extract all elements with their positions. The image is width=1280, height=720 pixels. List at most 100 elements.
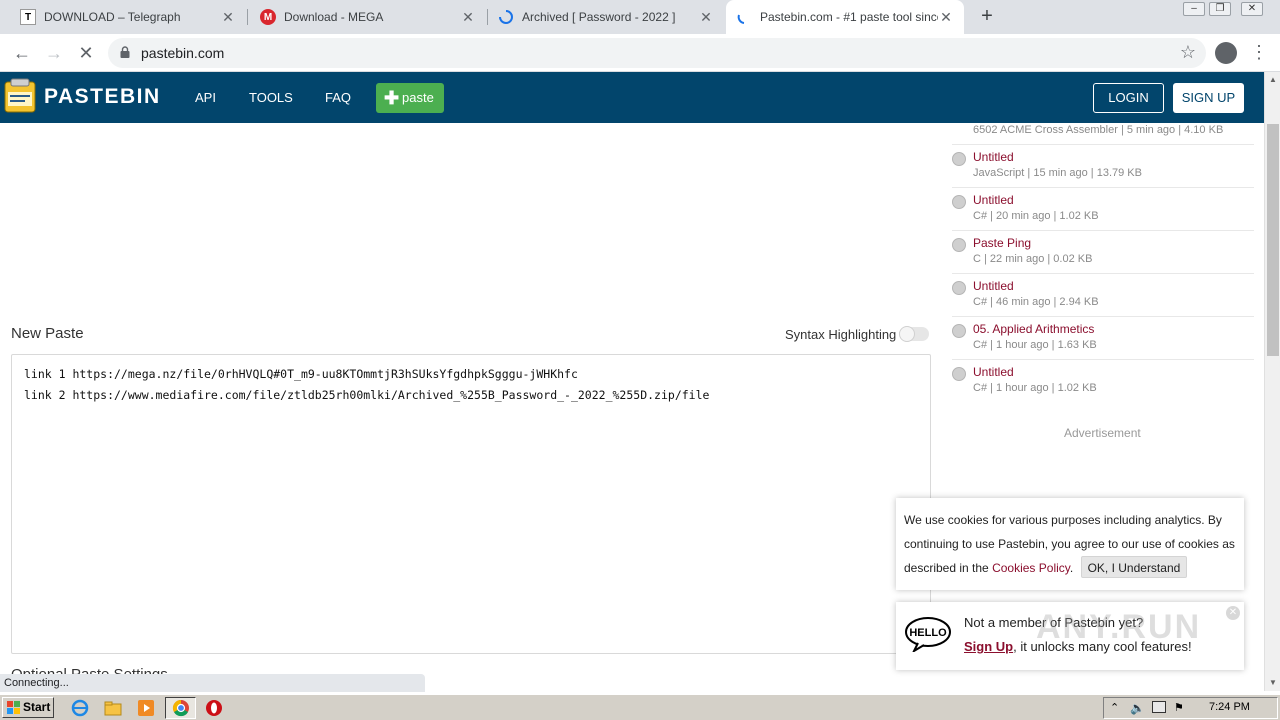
scroll-up-arrow-icon[interactable]: ▲ xyxy=(1265,72,1280,88)
paste-textarea[interactable]: link 1 https://mega.nz/file/0rhHVQLQ#0T_… xyxy=(11,354,931,654)
tab-title: Archived [ Password - 2022 ] xyxy=(522,10,676,24)
cookie-text-block: We use cookies for various purposes incl… xyxy=(904,508,1236,580)
nav-faq-link[interactable]: FAQ xyxy=(325,90,351,105)
globe-icon xyxy=(952,324,966,338)
globe-icon xyxy=(952,195,966,209)
anyrun-watermark: ANY.RUN xyxy=(1036,608,1202,646)
taskbar-clock[interactable]: 7:24 PM xyxy=(1209,701,1250,713)
paste-line-1: link 1 https://mega.nz/file/0rhHVQLQ#0T_… xyxy=(24,367,578,381)
tab-telegraph[interactable]: T DOWNLOAD – Telegraph ✕ xyxy=(0,0,246,34)
hello-badge-text: HELLO xyxy=(909,627,947,639)
recent-paste-meta: C# | 1 hour ago | 1.63 KB xyxy=(973,339,1097,351)
globe-icon xyxy=(952,281,966,295)
tab-mega[interactable]: M Download - MEGA ✕ xyxy=(248,0,486,34)
nav-api-link[interactable]: API xyxy=(195,90,216,105)
close-window-button[interactable]: ✕ xyxy=(1241,2,1263,16)
windows-logo-icon xyxy=(7,701,20,714)
windows-taskbar: Start ⌃ 🔈 ⚑ 7:24 PM xyxy=(0,694,1280,720)
close-tab-icon[interactable]: ✕ xyxy=(938,9,954,25)
recent-paste-meta: JavaScript | 15 min ago | 13.79 KB xyxy=(973,167,1142,179)
back-button[interactable]: ← xyxy=(10,41,34,65)
recent-paste-item[interactable]: Untitled C# | 46 min ago | 2.94 KB xyxy=(952,274,1254,317)
recent-paste-meta: C# | 1 hour ago | 1.02 KB xyxy=(973,382,1097,394)
telegraph-favicon-icon: T xyxy=(20,9,36,25)
address-bar[interactable]: pastebin.com ☆ xyxy=(108,38,1206,68)
start-label: Start xyxy=(23,700,51,714)
recent-paste-title[interactable]: Paste Ping xyxy=(973,236,1031,250)
plus-icon: ✚ xyxy=(384,88,400,108)
browser-toolbar: ← → ✕ pastebin.com ☆ xyxy=(0,34,1280,72)
recent-paste-item[interactable]: Untitled JavaScript | 15 min ago | 13.79… xyxy=(952,145,1254,188)
signup-button[interactable]: SIGN UP xyxy=(1173,83,1244,113)
cookie-accept-button[interactable]: OK, I Understand xyxy=(1080,556,1188,578)
browser-tab-strip: T DOWNLOAD – Telegraph ✕ M Download - ME… xyxy=(0,0,1280,34)
toggle-knob xyxy=(899,326,915,342)
taskbar-chrome-button[interactable] xyxy=(165,697,196,719)
tab-title: Download - MEGA xyxy=(284,10,384,24)
recent-paste-item[interactable]: 05. Applied Arithmetics C# | 1 hour ago … xyxy=(952,317,1254,360)
flag-icon[interactable]: ⚑ xyxy=(1174,701,1188,715)
recent-paste-meta: 6502 ACME Cross Assembler | 5 min ago | … xyxy=(973,124,1224,136)
browser-menu-icon[interactable]: ⋮ xyxy=(1250,40,1268,64)
pastebin-logo-icon[interactable] xyxy=(3,78,37,114)
close-popup-icon[interactable]: ✕ xyxy=(1226,606,1240,620)
paste-line-2: link 2 https://www.mediafire.com/file/zt… xyxy=(24,388,710,402)
recent-paste-meta: C# | 20 min ago | 1.02 KB xyxy=(973,210,1099,222)
close-tab-icon[interactable]: ✕ xyxy=(698,9,714,25)
restore-window-button[interactable]: ❐ xyxy=(1209,2,1231,16)
recent-paste-title[interactable]: 05. Applied Arithmetics xyxy=(973,322,1094,336)
start-button[interactable]: Start xyxy=(2,697,54,718)
opera-icon[interactable] xyxy=(205,699,223,717)
volume-icon[interactable]: 🔈 xyxy=(1130,701,1145,715)
recent-paste-item[interactable]: Untitled C# | 1 hour ago | 1.02 KB xyxy=(952,360,1254,403)
page-scrollbar[interactable]: ▲ ▼ xyxy=(1264,72,1280,691)
pastebin-brand[interactable]: PASTEBIN xyxy=(44,85,161,109)
tab-title: DOWNLOAD – Telegraph xyxy=(44,10,181,24)
tray-expand-icon[interactable]: ⌃ xyxy=(1110,701,1124,715)
forward-button[interactable]: → xyxy=(42,41,66,65)
recent-paste-title[interactable]: Untitled xyxy=(973,365,1014,379)
recent-paste-title[interactable]: Untitled xyxy=(973,193,1014,207)
media-player-icon[interactable] xyxy=(137,699,155,717)
scroll-down-arrow-icon[interactable]: ▼ xyxy=(1265,675,1280,691)
tab-archived[interactable]: Archived [ Password - 2022 ] ✕ xyxy=(488,0,724,34)
stop-loading-button[interactable]: ✕ xyxy=(74,41,98,65)
loading-spinner-icon xyxy=(498,9,514,25)
pastebin-header: PASTEBIN API TOOLS FAQ ✚ paste LOGIN SIG… xyxy=(0,72,1268,123)
cookie-consent-popup: We use cookies for various purposes incl… xyxy=(896,498,1244,590)
hello-speech-bubble-icon: HELLO xyxy=(905,617,951,652)
member-signup-link[interactable]: Sign Up xyxy=(964,639,1013,654)
new-paste-heading: New Paste xyxy=(11,325,84,342)
close-tab-icon[interactable]: ✕ xyxy=(460,9,476,25)
tab-pastebin[interactable]: Pastebin.com - #1 paste tool since 2 ✕ xyxy=(726,0,964,34)
screen: T DOWNLOAD – Telegraph ✕ M Download - ME… xyxy=(0,0,1280,720)
new-paste-button[interactable]: ✚ paste xyxy=(376,83,444,113)
lock-icon xyxy=(120,46,130,58)
file-explorer-icon[interactable] xyxy=(104,699,122,717)
globe-icon xyxy=(952,238,966,252)
profile-avatar-icon[interactable] xyxy=(1215,42,1237,64)
bookmark-star-icon[interactable]: ☆ xyxy=(1180,42,1196,63)
cookie-period: . xyxy=(1069,561,1074,575)
network-icon[interactable] xyxy=(1152,701,1166,713)
tab-title: Pastebin.com - #1 paste tool since 2 xyxy=(760,10,938,24)
minimize-window-button[interactable]: – xyxy=(1183,2,1205,16)
internet-explorer-icon[interactable] xyxy=(71,699,89,717)
loading-spinner-icon xyxy=(736,9,752,25)
new-tab-button[interactable]: + xyxy=(976,6,998,28)
nav-tools-link[interactable]: TOOLS xyxy=(249,90,293,105)
advertisement-label: Advertisement xyxy=(1064,426,1141,440)
syntax-highlighting-toggle[interactable] xyxy=(899,326,929,342)
new-paste-label: paste xyxy=(402,90,434,105)
cookies-policy-link[interactable]: Cookies Policy xyxy=(992,561,1070,575)
recent-paste-title[interactable]: Untitled xyxy=(973,150,1014,164)
chrome-icon xyxy=(172,699,189,717)
browser-status-text: Connecting... xyxy=(0,674,425,692)
recent-paste-item[interactable]: Paste Ping C | 22 min ago | 0.02 KB xyxy=(952,231,1254,274)
recent-paste-title[interactable]: Untitled xyxy=(973,279,1014,293)
recent-paste-item[interactable]: Untitled C# | 20 min ago | 1.02 KB xyxy=(952,188,1254,231)
close-tab-icon[interactable]: ✕ xyxy=(220,9,236,25)
globe-icon xyxy=(952,367,966,381)
scrollbar-thumb[interactable] xyxy=(1267,124,1279,356)
login-button[interactable]: LOGIN xyxy=(1093,83,1164,113)
